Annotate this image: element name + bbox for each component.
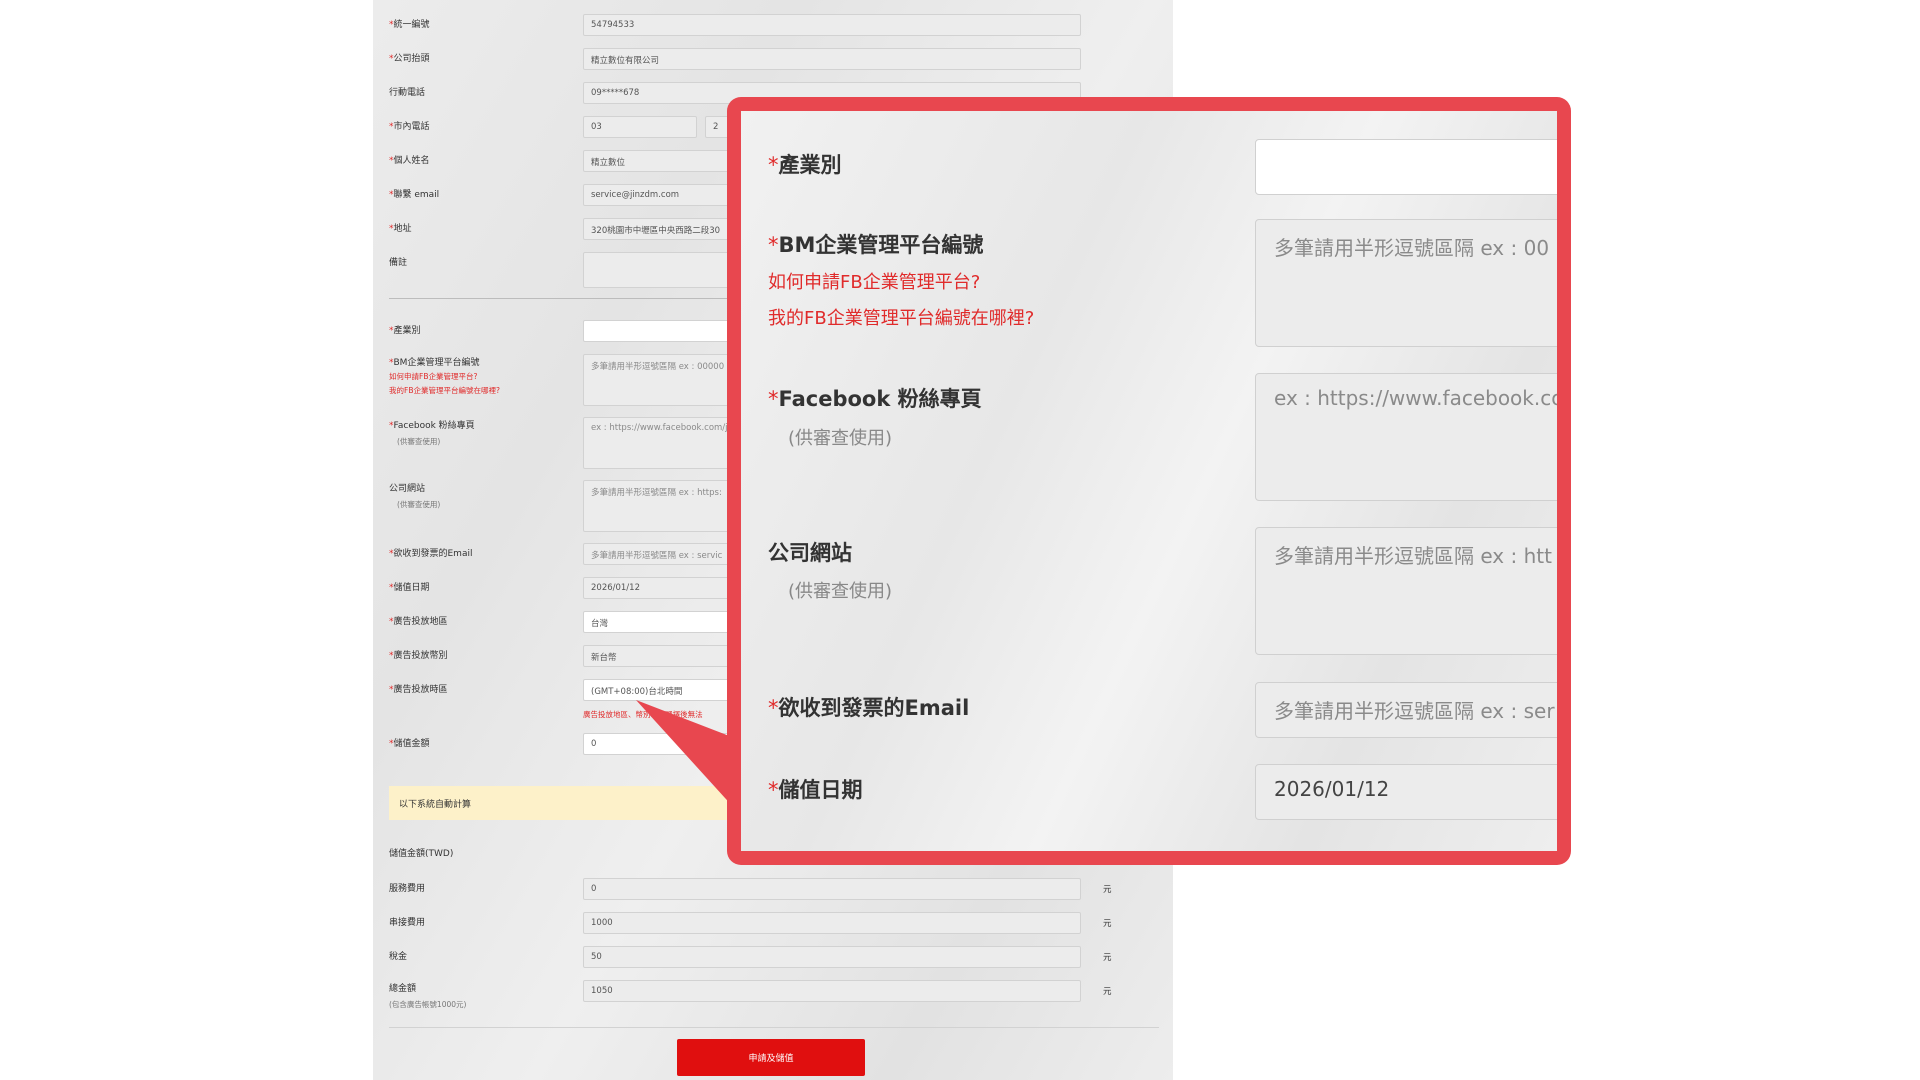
invoice-email-label: *欲收到發票的Email — [389, 549, 473, 559]
zoom-date-label: *儲值日期 — [768, 778, 863, 802]
industry-label: *產業別 — [389, 326, 421, 336]
zoom-date-field[interactable]: 2026/01/12 — [1255, 764, 1557, 820]
total-label: 總金額 (包含廣告帳號1000元) — [389, 984, 467, 1009]
note-label: 備註 — [389, 258, 408, 268]
tax-label: 稅金 — [389, 952, 408, 962]
zoom-facebook-label: *Facebook 粉絲專頁 — [768, 387, 982, 411]
connect-fee-unit: 元 — [1103, 919, 1112, 929]
mobile-label: 行動電話 — [389, 88, 426, 98]
zoom-bm-help-link-find[interactable]: 我的FB企業管理平台編號在哪裡? — [768, 304, 1034, 330]
personal-name-label: *個人姓名 — [389, 156, 430, 166]
zoom-bm-field[interactable]: 多筆請用半形逗號區隔 ex : 00 — [1255, 219, 1557, 347]
tax-field: 50 — [583, 946, 1081, 968]
bm-label: *BM企業管理平台編號 如何申請FB企業管理平台? 我的FB企業管理平台編號在哪… — [389, 358, 500, 397]
zoom-callout: *產業別 *BM企業管理平台編號 如何申請FB企業管理平台? 我的FB企業管理平… — [727, 97, 1571, 865]
timezone-hint: 廣告投放地區、幣別...若選擇後無法 — [583, 710, 703, 719]
website-label: 公司網站 (供審查使用) — [389, 484, 441, 509]
zoom-bm-label: *BM企業管理平台編號 — [768, 233, 984, 257]
zoom-industry-field[interactable] — [1255, 139, 1557, 195]
website-sub-label: (供審查使用) — [397, 500, 441, 509]
connect-fee-field: 1000 — [583, 912, 1081, 934]
connect-fee-label: 串接費用 — [389, 918, 426, 928]
phone-label: *市內電話 — [389, 122, 430, 132]
zoom-facebook-sub-label: (供審查使用) — [788, 428, 893, 449]
submit-button[interactable]: 申請及儲值 — [677, 1039, 865, 1076]
tax-unit: 元 — [1103, 953, 1112, 963]
zoom-facebook-page-field[interactable]: ex : https://www.facebook.com — [1255, 373, 1557, 501]
zoom-website-sub-label: (供審查使用) — [788, 581, 893, 602]
company-name-field[interactable]: 精立數位有限公司 — [583, 48, 1081, 70]
zoom-website-label: 公司網站 — [768, 541, 852, 565]
facebook-label: *Facebook 粉絲專頁 (供審查使用) — [389, 421, 475, 446]
twd-label: 儲值金額(TWD) — [389, 849, 454, 859]
date-label: *儲值日期 — [389, 583, 430, 593]
service-fee-label: 服務費用 — [389, 884, 426, 894]
total-sub-label: (包含廣告帳號1000元) — [389, 1000, 467, 1009]
zoom-invoice-email-field[interactable]: 多筆請用半形逗號區隔 ex : ser — [1255, 682, 1557, 738]
service-fee-unit: 元 — [1103, 885, 1112, 895]
tax-id-field[interactable]: 54794533 — [583, 14, 1081, 36]
bm-help-link-find[interactable]: 我的FB企業管理平台編號在哪裡? — [389, 385, 500, 397]
region-label: *廣告投放地區 — [389, 617, 448, 627]
email-label: *聯繫 email — [389, 190, 440, 200]
bm-help-link-apply[interactable]: 如何申請FB企業管理平台? — [389, 371, 500, 383]
zoom-invoice-email-label: *欲收到發票的Email — [768, 696, 970, 720]
total-field: 1050 — [583, 980, 1081, 1002]
zoom-website-field[interactable]: 多筆請用半形逗號區隔 ex : htt — [1255, 527, 1557, 655]
tax-id-label: *統一編號 — [389, 20, 430, 30]
company-name-label: *公司抬頭 — [389, 54, 430, 64]
address-label: *地址 — [389, 224, 412, 234]
currency-label: *廣告投放幣別 — [389, 651, 448, 661]
total-unit: 元 — [1103, 987, 1112, 997]
phone-area-field[interactable]: 03 — [583, 116, 697, 138]
footer-divider — [389, 1027, 1159, 1028]
zoom-callout-content: *產業別 *BM企業管理平台編號 如何申請FB企業管理平台? 我的FB企業管理平… — [741, 111, 1557, 851]
zoom-bm-help-link-apply[interactable]: 如何申請FB企業管理平台? — [768, 268, 980, 294]
amount-label: *儲值金額 — [389, 739, 430, 749]
zoom-industry-label: *產業別 — [768, 153, 842, 177]
service-fee-field: 0 — [583, 878, 1081, 900]
timezone-label: *廣告投放時區 — [389, 685, 448, 695]
facebook-sub-label: (供審查使用) — [397, 437, 441, 446]
